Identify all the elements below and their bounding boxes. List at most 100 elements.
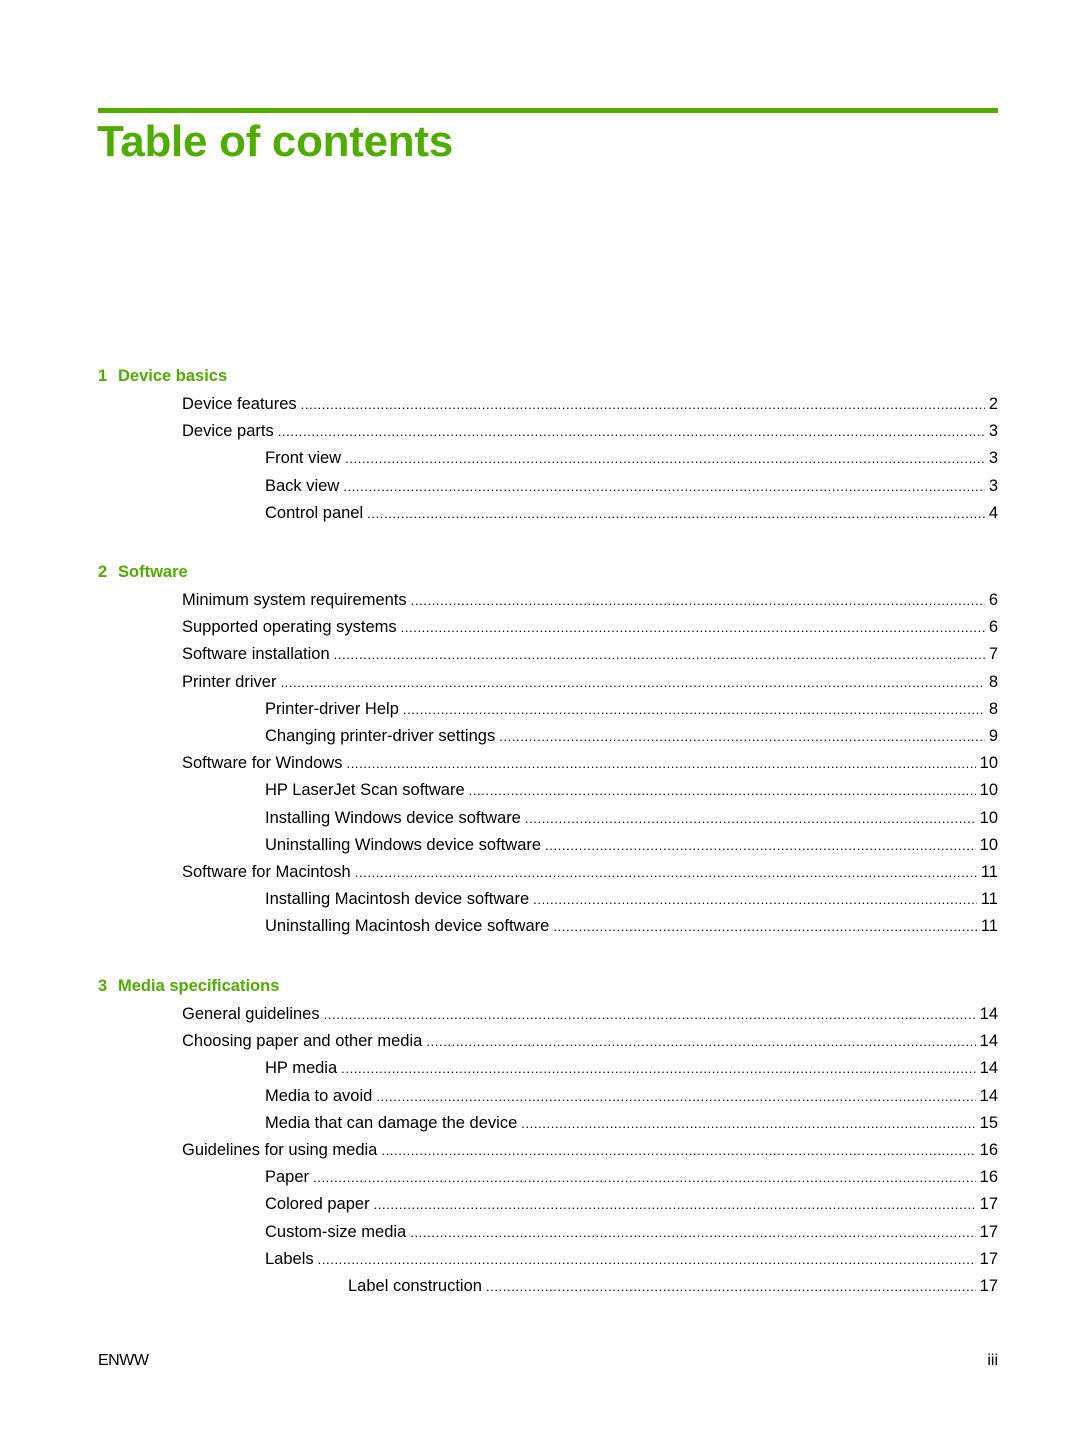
dot-leader: [318, 1250, 976, 1270]
chapter-heading[interactable]: 1 Device basics: [98, 366, 227, 386]
entry-label: HP LaserJet Scan software: [265, 781, 465, 800]
toc-entry[interactable]: Guidelines for using media 16: [182, 1140, 998, 1161]
entry-page-number: 9: [988, 727, 998, 745]
chapter-title: Software: [118, 563, 188, 581]
entry-label: Uninstalling Windows device software: [265, 835, 542, 854]
dot-leader: [301, 395, 985, 415]
entry-label: Front view: [265, 449, 342, 468]
toc-entry[interactable]: Software for Macintosh 11: [182, 862, 998, 883]
entry-label: Uninstalling Macintosh device software: [265, 917, 550, 936]
entry-label: Changing printer-driver settings: [265, 727, 496, 745]
dot-leader: [533, 890, 977, 910]
toc-entry[interactable]: Custom-size media 17: [265, 1222, 998, 1243]
toc-entry[interactable]: Paper 16: [265, 1167, 998, 1188]
dot-leader: [374, 1195, 976, 1215]
entry-label: Control panel: [265, 503, 364, 522]
toc-entry[interactable]: Uninstalling Windows device software 10: [265, 835, 998, 856]
entry-page-number: 2: [988, 395, 998, 413]
toc-entry[interactable]: Media to avoid 14: [265, 1086, 998, 1107]
entry-label: Media that can damage the device: [265, 1113, 518, 1132]
entry-page-number: 17: [979, 1195, 998, 1214]
chapter-number: 1: [98, 367, 108, 385]
toc-entry[interactable]: Supported operating systems 6: [182, 617, 998, 638]
chapter-heading[interactable]: 2 Software: [98, 562, 188, 582]
entry-page-number: 10: [979, 754, 998, 773]
dot-leader: [525, 809, 976, 829]
toc-entry[interactable]: Software installation 7: [182, 644, 998, 665]
entry-label: General guidelines: [182, 1005, 320, 1023]
entry-label: Minimum system requirements: [182, 591, 407, 609]
entry-page-number: 10: [979, 835, 998, 854]
entry-page-number: 16: [979, 1168, 998, 1187]
entry-page-number: 11: [980, 917, 998, 936]
toc-entry[interactable]: HP LaserJet Scan software 10: [265, 780, 998, 801]
page-number: iii: [987, 1352, 998, 1369]
dot-leader: [499, 727, 985, 747]
entry-label: Choosing paper and other media: [182, 1032, 423, 1051]
entry-page-number: 6: [988, 591, 998, 609]
entry-label: Paper: [265, 1168, 310, 1187]
entry-page-number: 3: [988, 449, 998, 468]
entry-page-number: 11: [980, 890, 998, 909]
dot-leader: [341, 1059, 975, 1079]
title-rule: [98, 108, 998, 113]
toc-entry[interactable]: Choosing paper and other media 14: [182, 1031, 998, 1052]
dot-leader: [346, 754, 975, 774]
toc-entry[interactable]: HP media 14: [265, 1058, 998, 1079]
chapter-number: 2: [98, 563, 108, 581]
toc-entry[interactable]: Back view 3: [265, 476, 998, 497]
toc-entry[interactable]: Label construction 17: [348, 1276, 998, 1297]
entry-page-number: 8: [988, 672, 998, 691]
entry-label: Printer-driver Help: [265, 699, 399, 718]
entry-page-number: 8: [988, 699, 998, 718]
entry-page-number: 14: [979, 1086, 998, 1105]
dot-leader: [553, 917, 977, 937]
dot-leader: [367, 504, 985, 524]
toc-entry[interactable]: Installing Macintosh device software 11: [265, 889, 998, 910]
entry-label: Guidelines for using media: [182, 1141, 378, 1159]
toc-entry[interactable]: Media that can damage the device 15: [265, 1113, 998, 1134]
dot-leader: [334, 645, 985, 665]
toc-entry[interactable]: Device parts 3: [182, 421, 998, 442]
entry-page-number: 3: [988, 422, 998, 441]
toc-entry[interactable]: Labels 17: [265, 1249, 998, 1270]
dot-leader: [324, 1005, 976, 1025]
toc-entry[interactable]: Printer-driver Help 8: [265, 699, 998, 720]
entry-page-number: 3: [988, 476, 998, 495]
toc-entry[interactable]: Software for Windows 10: [182, 753, 998, 774]
entry-label: Installing Windows device software: [265, 808, 521, 827]
entry-label: Installing Macintosh device software: [265, 890, 530, 909]
toc-entry[interactable]: Installing Windows device software 10: [265, 808, 998, 829]
toc-entry[interactable]: Device features 2: [182, 394, 998, 415]
entry-label: Label construction: [348, 1277, 482, 1295]
toc-entry[interactable]: Control panel 4: [265, 503, 998, 524]
dot-leader: [345, 449, 985, 469]
entry-label: Back view: [265, 476, 340, 495]
entry-page-number: 4: [988, 503, 998, 522]
toc-entry[interactable]: Changing printer-driver settings 9: [265, 726, 998, 747]
dot-leader: [469, 781, 976, 801]
chapter-heading[interactable]: 3 Media specifications: [98, 976, 279, 996]
dot-leader: [343, 477, 985, 497]
chapter-title: Media specifications: [118, 977, 280, 995]
toc-entry[interactable]: Colored paper 17: [265, 1194, 998, 1215]
entry-page-number: 17: [979, 1249, 998, 1268]
entry-page-number: 14: [979, 1005, 998, 1023]
entry-label: Printer driver: [182, 672, 277, 691]
toc-entry[interactable]: General guidelines 14: [182, 1004, 998, 1025]
toc-entry[interactable]: Front view 3: [265, 448, 998, 469]
dot-leader: [381, 1141, 975, 1161]
toc-entry[interactable]: Uninstalling Macintosh device software 11: [265, 916, 998, 937]
entry-page-number: 17: [979, 1277, 998, 1295]
chapter-title: Device basics: [118, 367, 228, 385]
toc-entry[interactable]: Printer driver 8: [182, 672, 998, 693]
dot-leader: [403, 700, 985, 720]
entry-label: Labels: [265, 1249, 314, 1268]
toc-entry[interactable]: Minimum system requirements 6: [182, 590, 998, 611]
entry-label: Software installation: [182, 645, 330, 664]
entry-label: Device features: [182, 395, 297, 413]
entry-label: Custom-size media: [265, 1222, 407, 1241]
entry-page-number: 6: [988, 618, 998, 637]
entry-page-number: 16: [979, 1141, 998, 1159]
dot-leader: [426, 1032, 975, 1052]
